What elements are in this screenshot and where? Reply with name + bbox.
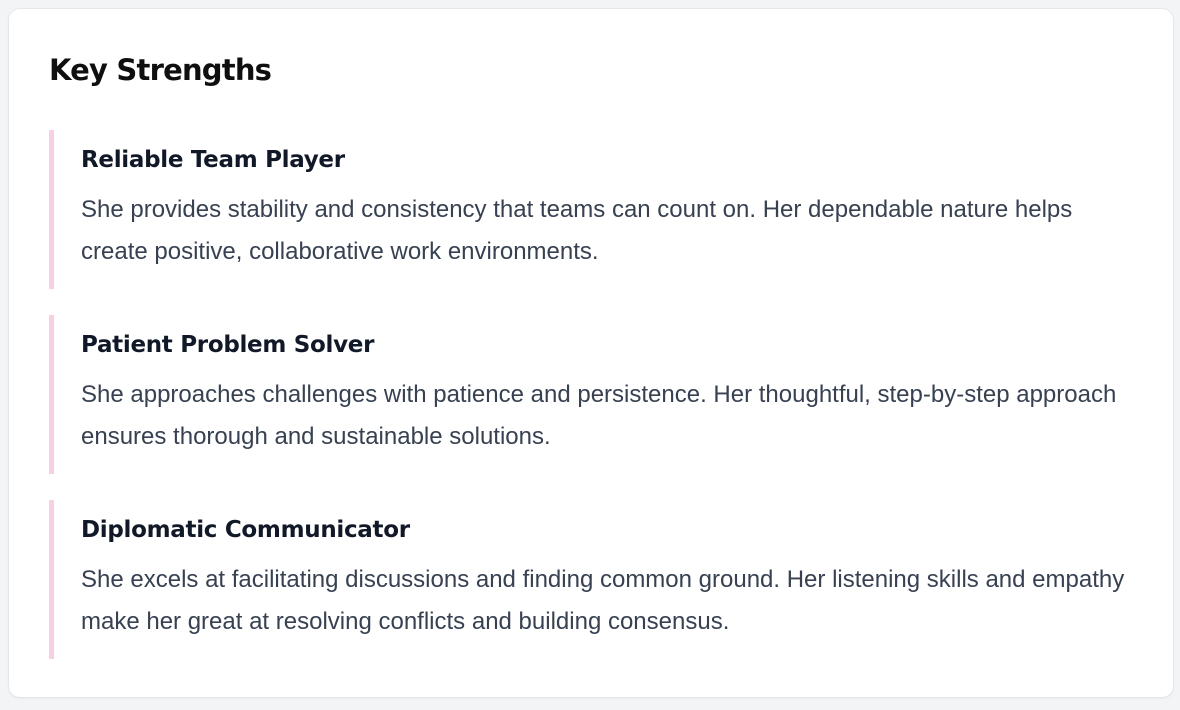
strength-description: She excels at facilitating discussions a…	[81, 566, 1125, 635]
strength-item-reliable-team-player: Reliable Team Player She provides stabil…	[49, 130, 1133, 289]
strength-item-patient-problem-solver: Patient Problem Solver She approaches ch…	[49, 315, 1133, 474]
strength-item-diplomatic-communicator: Diplomatic Communicator She excels at fa…	[49, 500, 1133, 659]
section-title: Key Strengths	[49, 53, 272, 87]
strength-title: Reliable Team Player	[81, 147, 345, 173]
strength-title: Diplomatic Communicator	[81, 517, 410, 543]
strength-description: She approaches challenges with patience …	[81, 381, 1117, 450]
strengths-list: Reliable Team Player She provides stabil…	[49, 130, 1133, 659]
strength-title: Patient Problem Solver	[81, 332, 375, 358]
key-strengths-card: Key Strengths Reliable Team Player She p…	[8, 8, 1174, 698]
strength-description: She provides stability and consistency t…	[81, 196, 1073, 265]
